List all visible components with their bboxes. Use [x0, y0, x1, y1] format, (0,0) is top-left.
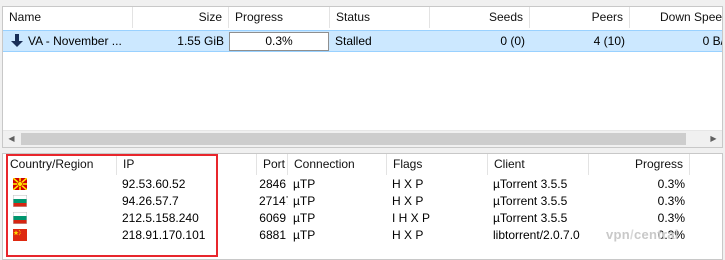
column-header-seeds[interactable]: Seeds [430, 7, 530, 28]
peer-ip: 212.5.158.240 [122, 211, 199, 225]
column-header-down-speed[interactable]: Down Speed [630, 7, 722, 28]
peer-progress: 0.3% [657, 211, 685, 225]
torrent-list: Name Size Progress Status Seeds Peers Do… [2, 6, 723, 148]
peer-client: µTorrent 3.5.5 [493, 194, 568, 208]
torrent-down-speed: 0 B/ [702, 34, 723, 48]
watermark-part2: central [633, 227, 679, 242]
watermark: vpn/central [606, 227, 679, 242]
peer-client: libtorrent/2.0.7.0 [493, 228, 580, 242]
bulgaria-flag-icon [13, 212, 27, 224]
torrent-seeds: 0 (0) [500, 34, 525, 48]
torrent-status: Stalled [335, 34, 372, 48]
peer-port: 6069 [259, 211, 286, 225]
column-header-client[interactable]: Client [488, 154, 589, 175]
horizontal-scrollbar[interactable]: ◀ ▶ [3, 130, 722, 147]
scroll-left-icon[interactable]: ◀ [3, 131, 20, 147]
scrollbar-thumb[interactable] [21, 133, 686, 145]
peer-client: µTorrent 3.5.5 [493, 177, 568, 191]
peer-ip: 94.26.57.7 [122, 194, 179, 208]
peer-port: 27147 [259, 194, 288, 208]
north-macedonia-flag-icon [13, 178, 27, 190]
peer-flags: I H X P [392, 211, 431, 225]
torrent-size: 1.55 GiB [177, 34, 224, 48]
peer-row[interactable]: 212.5.158.240 6069 µTP I H X P µTorrent … [3, 210, 722, 227]
column-header-size[interactable]: Size [133, 7, 229, 28]
column-header-country[interactable]: Country/Region [3, 154, 117, 175]
peer-port: 2846 [259, 177, 286, 191]
peer-flags: H X P [392, 194, 424, 208]
peer-ip: 92.53.60.52 [122, 177, 186, 191]
bulgaria-flag-icon [13, 195, 27, 207]
peer-connection: µTP [293, 177, 316, 191]
column-header-ip[interactable]: IP [117, 154, 257, 175]
peers-list: Country/Region IP Port Connection Flags … [2, 153, 723, 260]
column-header-port[interactable]: Port [257, 154, 288, 175]
column-header-flags[interactable]: Flags [387, 154, 488, 175]
peer-row[interactable]: 92.53.60.52 2846 µTP H X P µTorrent 3.5.… [3, 176, 722, 193]
torrent-progress-text: 0.3% [265, 34, 293, 48]
peer-connection: µTP [293, 194, 316, 208]
column-header-connection[interactable]: Connection [288, 154, 387, 175]
peer-port: 6881 [259, 228, 286, 242]
peer-flags: H X P [392, 177, 424, 191]
watermark-part1: vpn [606, 227, 631, 242]
peer-flags: H X P [392, 228, 424, 242]
column-header-status[interactable]: Status [330, 7, 430, 28]
torrent-peers: 4 (10) [593, 34, 625, 48]
peer-row[interactable]: 94.26.57.7 27147 µTP H X P µTorrent 3.5.… [3, 193, 722, 210]
peer-connection: µTP [293, 211, 316, 225]
torrent-name: VA - November ... [28, 34, 122, 48]
torrent-progress-bar: 0.3% [229, 32, 329, 51]
column-header-peers[interactable]: Peers [530, 7, 630, 28]
peer-progress: 0.3% [657, 177, 685, 191]
peer-connection: µTP [293, 228, 316, 242]
china-flag-icon [13, 229, 27, 241]
peer-client: µTorrent 3.5.5 [493, 211, 568, 225]
column-header-progress[interactable]: Progress [229, 7, 330, 28]
scroll-right-icon[interactable]: ▶ [705, 131, 722, 147]
column-header-name[interactable]: Name [3, 7, 133, 28]
torrent-row[interactable]: VA - November ... 1.55 GiB 0.3% Stalled … [3, 30, 723, 52]
peer-progress: 0.3% [657, 194, 685, 208]
download-arrow-icon [11, 34, 23, 47]
peer-ip: 218.91.170.101 [122, 228, 206, 242]
column-header-peer-progress[interactable]: Progress [589, 154, 690, 175]
